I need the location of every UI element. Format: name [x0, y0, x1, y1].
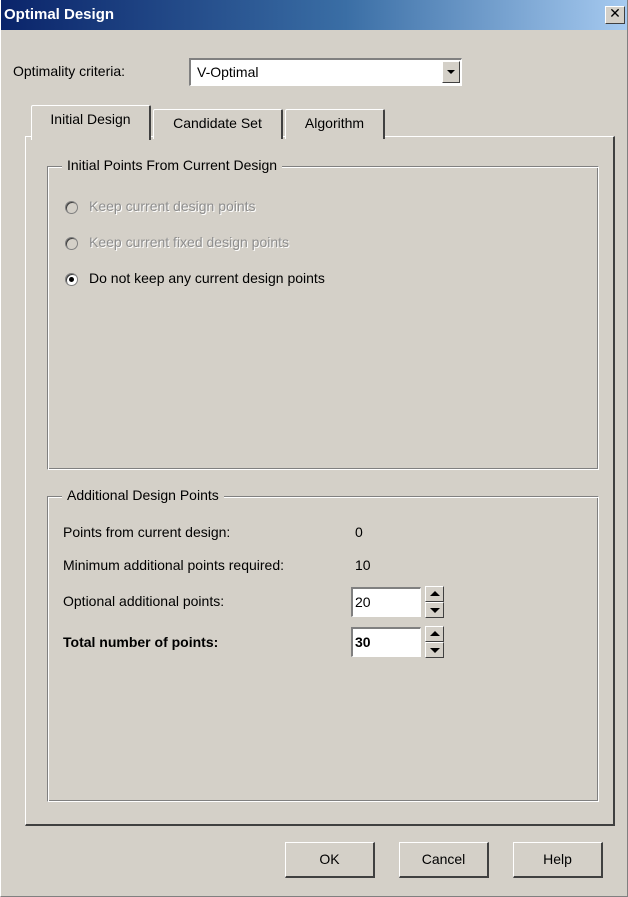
criteria-selected-value: V-Optimal: [197, 64, 259, 80]
optional-points-label: Optional additional points:: [63, 593, 225, 609]
title-bar[interactable]: Optimal Design ✕: [1, 0, 627, 30]
optional-points-input[interactable]: 20: [351, 587, 421, 617]
optional-points-spinner: [425, 586, 444, 618]
tab-label: Algorithm: [304, 115, 365, 131]
radio-selected-dot: [69, 277, 74, 282]
min-required-label: Minimum additional points required:: [63, 557, 284, 573]
chevron-down-icon[interactable]: [442, 61, 460, 83]
total-points-spinner: [425, 626, 444, 658]
tab-label: Initial Design: [50, 111, 131, 127]
points-from-current-value: 0: [355, 524, 363, 540]
points-from-current-label: Points from current design:: [63, 524, 231, 540]
criteria-label: Optimality criteria:: [13, 63, 126, 79]
total-points-input[interactable]: 30: [351, 627, 421, 657]
spin-down-icon[interactable]: [425, 642, 444, 658]
ok-button[interactable]: OK: [285, 842, 375, 878]
close-icon: ✕: [609, 6, 621, 22]
tab-label: Candidate Set: [173, 115, 262, 131]
initial-points-legend: Initial Points From Current Design: [62, 157, 283, 173]
spin-down-icon[interactable]: [425, 602, 444, 618]
radio-button-icon: [65, 273, 78, 286]
total-points-label: Total number of points:: [63, 634, 219, 650]
radio-label: Keep current design points: [89, 198, 256, 214]
optimality-criteria-dropdown[interactable]: V-Optimal: [189, 58, 462, 86]
spin-up-icon[interactable]: [425, 586, 444, 602]
radio-button-icon: [65, 201, 78, 214]
cancel-button[interactable]: Cancel: [399, 842, 489, 878]
optimal-design-dialog: Optimal Design ✕ Optimality criteria: V-…: [0, 0, 628, 897]
additional-points-legend: Additional Design Points: [62, 487, 224, 503]
help-button[interactable]: Help: [513, 842, 603, 878]
spin-up-icon[interactable]: [425, 626, 444, 642]
radio-button-icon: [65, 237, 78, 250]
radio-label: Do not keep any current design points: [89, 270, 325, 286]
min-required-value: 10: [355, 557, 371, 573]
dialog-title: Optimal Design: [4, 6, 115, 23]
tab-algorithm[interactable]: Algorithm: [285, 109, 385, 139]
tab-initial-design[interactable]: Initial Design: [31, 105, 151, 140]
radio-label: Keep current fixed design points: [89, 234, 290, 250]
tab-candidate-set[interactable]: Candidate Set: [153, 109, 283, 139]
close-button[interactable]: ✕: [605, 6, 625, 24]
